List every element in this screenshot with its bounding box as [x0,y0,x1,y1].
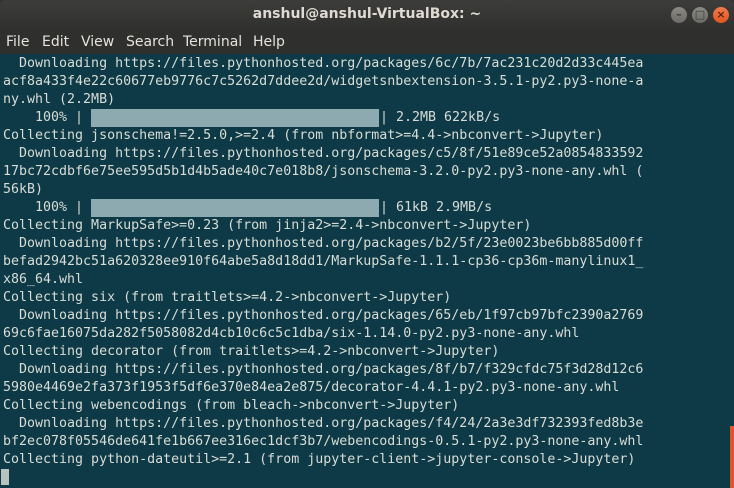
output-line: Collecting webencodings (from bleach->nb… [3,398,460,413]
output-line: x86_64.whl [3,272,84,287]
progress-bar-fill [91,199,379,217]
close-button[interactable]: × [713,7,729,23]
output-line: 69c6fae16075da282f5058082d4cb10c6c5c1dba… [3,326,580,341]
terminal-output[interactable]: Downloading https://files.pythonhosted.o… [0,54,734,488]
menu-search[interactable]: Search [126,34,174,50]
maximize-button[interactable]: □ [692,7,708,23]
output-line: Collecting decorator (from traitlets>=4.… [3,344,500,359]
output-line: 5980e4469e2fa373f1953f5df6e370e84ea2e875… [3,380,620,395]
output-line: Collecting python-dateutil>=2.1 (from ju… [3,452,636,467]
title-bar[interactable]: anshul@anshul-VirtualBox: ~ – □ × [0,0,734,31]
output-line: ny.whl (2.2MB) [3,92,116,107]
output-line: 17bc72cdbf6e75ee595d5b1d4b5ade40c7e018b8… [3,164,644,179]
menu-help[interactable]: Help [253,34,285,50]
output-line: Collecting jsonschema!=2.5.0,>=2.4 (from… [3,128,604,143]
output-line: Downloading https://files.pythonhosted.o… [3,146,644,161]
output-line: Collecting MarkupSafe>=0.23 (from jinja2… [3,218,532,233]
output-line: Downloading https://files.pythonhosted.o… [3,308,644,323]
window-title: anshul@anshul-VirtualBox: ~ [252,6,482,22]
output-line: 56kB) [3,182,44,197]
output-line: Downloading https://files.pythonhosted.o… [3,236,644,251]
menu-terminal[interactable]: Terminal [183,34,242,50]
output-line: Downloading https://files.pythonhosted.o… [3,56,644,71]
minimize-button[interactable]: – [671,7,687,23]
menu-bar: File Edit View Search Terminal Help [0,31,734,54]
output-line: befad2942bc51a620328ee910f64abe5a8d18dd1… [3,254,644,269]
output-line: bf2ec078f05546de641fe1b667ee316ec1dcf3b7… [3,434,644,449]
output-line: Downloading https://files.pythonhosted.o… [3,416,644,431]
scrollbar-thumb[interactable] [730,426,734,488]
progress-stats: | 2.2MB 622kB/s [380,110,501,125]
progress-stats: | 61kB 2.9MB/s [380,200,493,215]
menu-edit[interactable]: Edit [42,34,69,50]
output-line: Downloading https://files.pythonhosted.o… [3,362,644,377]
progress-percent: 100% | [3,110,84,125]
terminal-window: anshul@anshul-VirtualBox: ~ – □ × File E… [0,0,734,488]
output-line: Collecting six (from traitlets>=4.2->nbc… [3,290,452,305]
progress-percent: 100% | [3,200,84,215]
output-line: acf8a433f4e22c60677eb9776c7c5262d7ddee2d… [3,74,644,89]
menu-view[interactable]: View [81,34,114,50]
menu-file[interactable]: File [6,34,29,50]
text-cursor [1,469,9,485]
progress-bar-fill [91,109,379,127]
